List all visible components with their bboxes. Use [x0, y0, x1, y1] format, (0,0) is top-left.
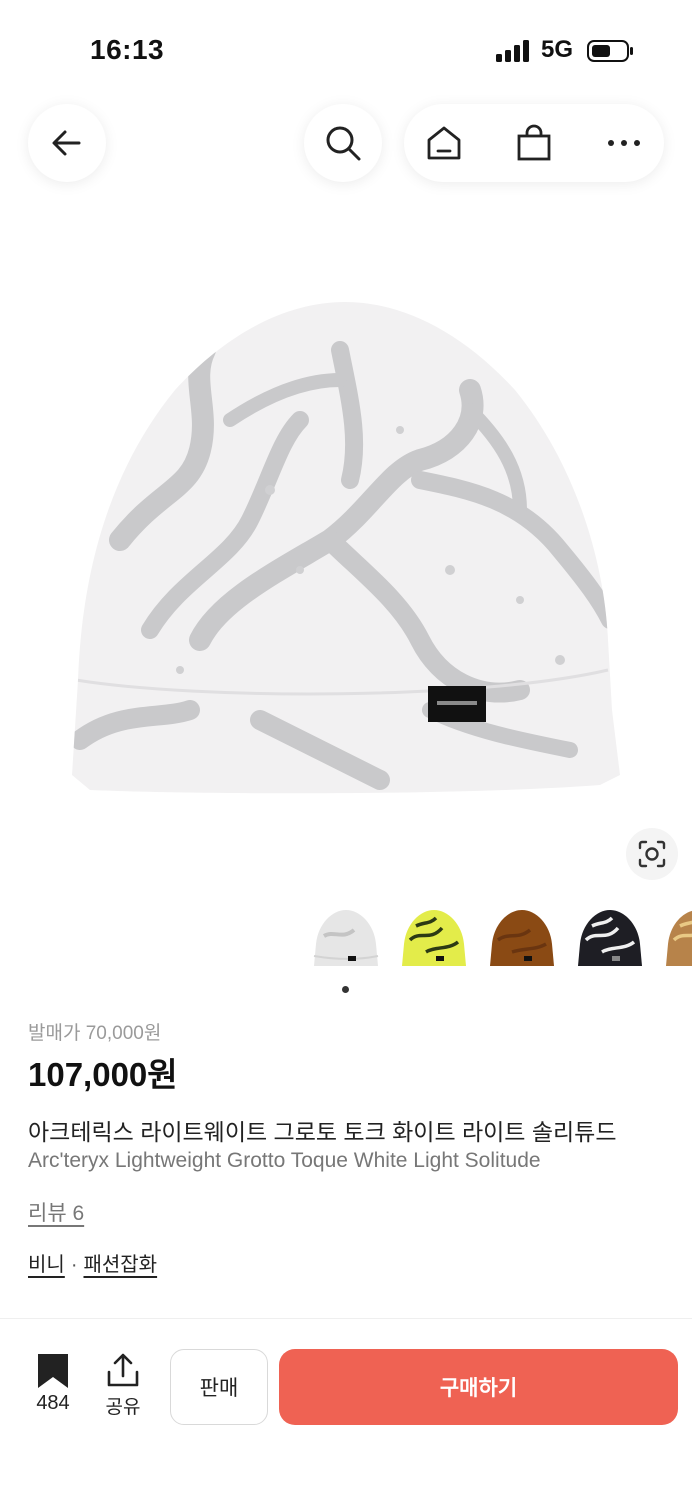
cart-button[interactable] — [494, 104, 574, 182]
more-button[interactable] — [584, 104, 664, 182]
back-button[interactable] — [28, 104, 106, 182]
home-icon — [427, 126, 461, 160]
variant-thumb-yellow[interactable] — [396, 906, 472, 976]
network-type: 5G — [541, 36, 574, 63]
signal-icon — [496, 40, 529, 62]
current-price: 107,000원 — [28, 1056, 178, 1093]
status-bar: 16:13 5G — [0, 0, 692, 100]
bookmark-icon — [38, 1354, 68, 1388]
buy-button[interactable]: 구매하기 — [279, 1349, 678, 1425]
image-search-button[interactable] — [626, 828, 678, 880]
home-button[interactable] — [404, 104, 484, 182]
search-icon — [326, 126, 361, 161]
share-label: 공유 — [105, 1397, 141, 1418]
bookmark-button[interactable]: 484 — [28, 1352, 78, 1414]
more-horizontal-icon — [608, 140, 640, 146]
category-separator: · — [70, 1254, 78, 1276]
carousel-page-indicator — [342, 986, 349, 993]
variant-thumbnails — [308, 906, 692, 976]
nav-actions-group — [404, 104, 664, 182]
share-icon — [107, 1353, 139, 1387]
variant-thumb-white[interactable] — [308, 906, 384, 976]
category-breadcrumb: 비니 · 패션잡화 — [28, 1248, 157, 1277]
sell-button[interactable]: 판매 — [170, 1349, 268, 1425]
shopping-bag-icon — [517, 124, 551, 161]
variant-thumb-tan[interactable] — [660, 906, 692, 976]
arrow-left-icon — [52, 130, 81, 156]
category-link-secondary[interactable]: 패션잡화 — [83, 1254, 157, 1276]
product-name-english: Arc'teryx Lightweight Grotto Toque White… — [28, 1149, 541, 1172]
search-button[interactable] — [304, 104, 382, 182]
release-price: 발매가 70,000원 — [28, 1023, 162, 1044]
variant-thumb-brown[interactable] — [484, 906, 560, 976]
status-time: 16:13 — [90, 34, 165, 65]
share-button[interactable]: 공유 — [100, 1352, 146, 1418]
product-name-korean: 아크테릭스 라이트웨이트 그로토 토크 화이트 라이트 솔리튜드 — [28, 1119, 617, 1145]
product-image[interactable] — [0, 240, 692, 860]
battery-icon — [587, 40, 633, 62]
bookmark-count: 484 — [36, 1392, 70, 1414]
scan-lens-icon — [638, 840, 666, 868]
review-link[interactable]: 리뷰 6 — [28, 1197, 84, 1227]
variant-thumb-black[interactable] — [572, 906, 648, 976]
bottom-divider — [0, 1318, 692, 1319]
category-link-primary[interactable]: 비니 — [28, 1254, 65, 1276]
